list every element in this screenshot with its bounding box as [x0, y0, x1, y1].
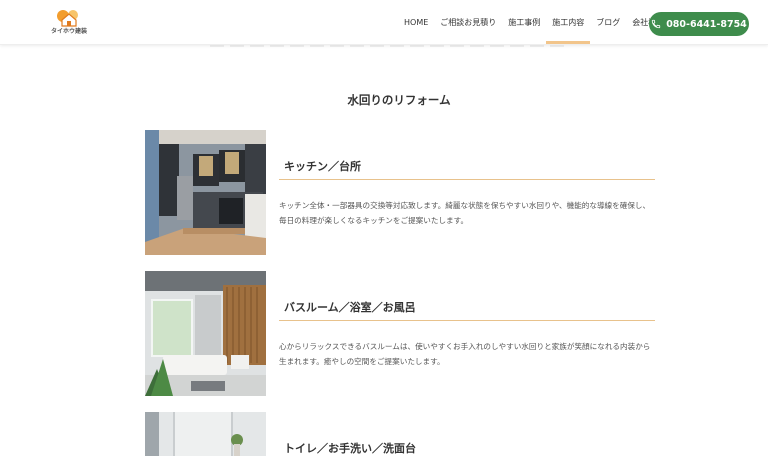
service-item-kitchen: キッチン／台所 キッチン全体・一部器具の交換等対応致します。綺麗な状態を保ちやす… — [145, 130, 655, 256]
main-nav: HOME ご相談お見積り 施工事例 施工内容 ブログ 会社概要 — [398, 0, 670, 44]
phone-icon — [651, 19, 661, 29]
logo-text: タイホウ建装 — [50, 28, 87, 35]
logo[interactable]: タイホウ建装 — [48, 9, 90, 37]
nav-estimate[interactable]: ご相談お見積り — [434, 0, 502, 44]
nav-home[interactable]: HOME — [398, 0, 434, 44]
toilet-photo — [145, 412, 266, 456]
toilet-title: トイレ／お手洗い／洗面台 — [284, 442, 416, 455]
service-item-bathroom: バスルーム／浴室／お風呂 心からリラックスできるバスルームは、使いやすくお手入れ… — [145, 271, 655, 397]
phone-number: 080-6441-8754 — [666, 18, 747, 30]
nav-works[interactable]: 施工事例 — [502, 0, 546, 44]
service-item-toilet: トイレ／お手洗い／洗面台 — [145, 412, 655, 456]
nav-services[interactable]: 施工内容 — [546, 0, 591, 44]
kitchen-photo — [145, 130, 266, 255]
bathroom-description: 心からリラックスできるバスルームは、使いやすくお手入れのしやすい水回りと家族が笑… — [279, 342, 651, 366]
phone-button[interactable]: 080-6441-8754 — [649, 12, 749, 36]
site-header: タイホウ建装 HOME ご相談お見積り 施工事例 施工内容 ブログ 会社概要 0… — [0, 0, 768, 45]
kitchen-description: キッチン全体・一部器具の交換等対応致します。綺麗な状態を保ちやすい水回りや、機能… — [279, 201, 651, 225]
bathroom-photo — [145, 271, 266, 396]
nav-blog[interactable]: ブログ — [590, 0, 626, 44]
bathroom-title: バスルーム／浴室／お風呂 — [279, 299, 655, 321]
page-title: 水回りのリフォーム — [347, 93, 451, 107]
kitchen-title: キッチン／台所 — [279, 158, 655, 180]
house-logo-icon — [57, 10, 78, 27]
